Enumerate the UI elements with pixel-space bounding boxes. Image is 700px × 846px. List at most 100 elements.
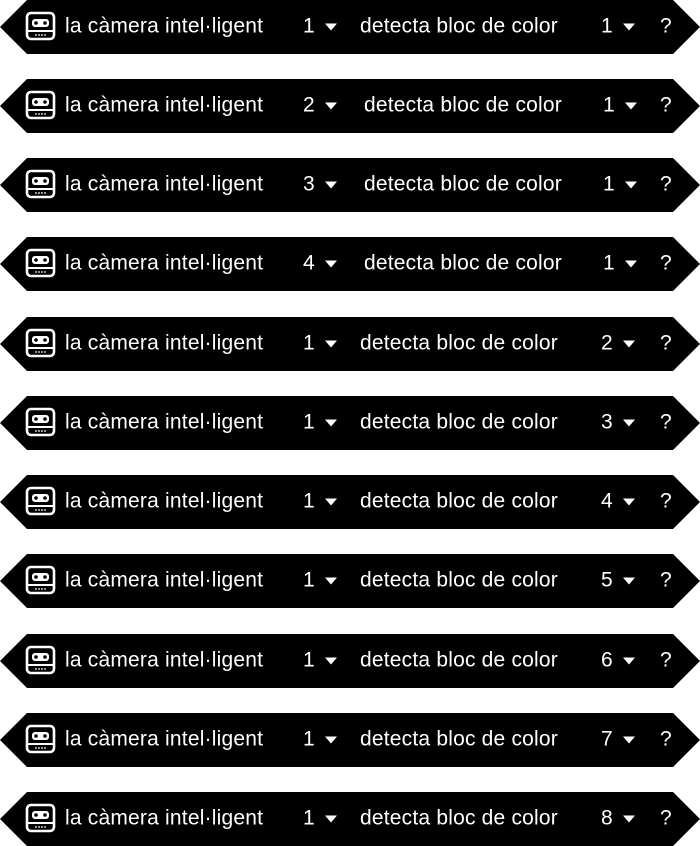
camera-number-value: 1	[303, 489, 315, 513]
caret-down-icon	[324, 815, 337, 823]
caret-down-icon	[624, 260, 637, 268]
camera-detect-color-block[interactable]: la càmera intel·ligent 1 detecta bloc de…	[0, 475, 700, 529]
color-block-value: 8	[601, 806, 613, 830]
camera-number-dropdown[interactable]: 1	[303, 569, 337, 593]
color-block-dropdown[interactable]: 3	[601, 411, 635, 435]
camera-label: la càmera intel·ligent	[65, 648, 264, 672]
question-mark: ?	[660, 727, 672, 751]
camera-number-value: 1	[303, 727, 315, 751]
color-block-dropdown[interactable]: 2	[601, 332, 635, 356]
color-block-value: 1	[601, 14, 613, 38]
caret-down-icon	[324, 102, 337, 110]
question-mark: ?	[660, 806, 672, 830]
camera-number-dropdown[interactable]: 1	[303, 649, 337, 673]
camera-number-value: 1	[303, 331, 315, 355]
detect-color-label: detecta bloc de color	[360, 410, 558, 434]
color-block-dropdown[interactable]: 1	[601, 15, 635, 39]
smart-camera-icon	[25, 248, 56, 278]
camera-detect-color-block[interactable]: la càmera intel·ligent 1 detecta bloc de…	[0, 792, 700, 846]
color-block-value: 1	[603, 251, 615, 275]
camera-detect-color-block[interactable]: la càmera intel·ligent 1 detecta bloc de…	[0, 713, 700, 767]
camera-detect-color-block[interactable]: la càmera intel·ligent 1 detecta bloc de…	[0, 0, 700, 54]
camera-detect-color-block[interactable]: la càmera intel·ligent 1 detecta bloc de…	[0, 396, 700, 450]
camera-number-value: 1	[303, 806, 315, 830]
camera-number-dropdown[interactable]: 4	[303, 252, 337, 276]
camera-number-dropdown[interactable]: 3	[303, 173, 337, 197]
camera-detect-color-block[interactable]: la càmera intel·ligent 1 detecta bloc de…	[0, 317, 700, 371]
camera-detect-color-block[interactable]: la càmera intel·ligent 2 detecta bloc de…	[0, 79, 700, 133]
color-block-dropdown[interactable]: 1	[603, 252, 637, 276]
camera-label: la càmera intel·ligent	[65, 14, 264, 38]
caret-down-icon	[324, 577, 337, 585]
camera-number-value: 1	[303, 14, 315, 38]
smart-camera-icon	[25, 11, 56, 41]
camera-label: la càmera intel·ligent	[65, 727, 264, 751]
color-block-dropdown[interactable]: 6	[601, 649, 635, 673]
detect-color-label: detecta bloc de color	[360, 727, 558, 751]
camera-number-dropdown[interactable]: 1	[303, 411, 337, 435]
camera-label: la càmera intel·ligent	[65, 331, 264, 355]
color-block-value: 2	[601, 331, 613, 355]
caret-down-icon	[324, 23, 337, 31]
block-list: la càmera intel·ligent 1 detecta bloc de…	[0, 0, 700, 846]
question-mark: ?	[660, 251, 672, 275]
camera-number-dropdown[interactable]: 1	[303, 490, 337, 514]
color-block-dropdown[interactable]: 1	[603, 173, 637, 197]
smart-camera-icon	[25, 486, 56, 516]
camera-detect-color-block[interactable]: la càmera intel·ligent 1 detecta bloc de…	[0, 554, 700, 608]
question-mark: ?	[660, 14, 672, 38]
camera-number-dropdown[interactable]: 1	[303, 728, 337, 752]
color-block-dropdown[interactable]: 4	[601, 490, 635, 514]
camera-number-value: 3	[303, 172, 315, 196]
caret-down-icon	[324, 498, 337, 506]
camera-label: la càmera intel·ligent	[65, 410, 264, 434]
color-block-value: 1	[603, 93, 615, 117]
caret-down-icon	[622, 657, 635, 665]
caret-down-icon	[324, 736, 337, 744]
camera-number-dropdown[interactable]: 1	[303, 15, 337, 39]
camera-label: la càmera intel·ligent	[65, 489, 264, 513]
detect-color-label: detecta bloc de color	[360, 14, 558, 38]
detect-color-label: detecta bloc de color	[364, 172, 562, 196]
caret-down-icon	[324, 419, 337, 427]
detect-color-label: detecta bloc de color	[360, 648, 558, 672]
color-block-dropdown[interactable]: 1	[603, 94, 637, 118]
color-block-value: 7	[601, 727, 613, 751]
caret-down-icon	[324, 340, 337, 348]
camera-label: la càmera intel·ligent	[65, 251, 264, 275]
question-mark: ?	[660, 331, 672, 355]
color-block-value: 5	[601, 568, 613, 592]
smart-camera-icon	[25, 328, 56, 358]
camera-number-dropdown[interactable]: 1	[303, 807, 337, 831]
smart-camera-icon	[25, 645, 56, 675]
smart-camera-icon	[25, 803, 56, 833]
camera-detect-color-block[interactable]: la càmera intel·ligent 1 detecta bloc de…	[0, 634, 700, 688]
camera-label: la càmera intel·ligent	[65, 93, 264, 117]
question-mark: ?	[660, 489, 672, 513]
color-block-dropdown[interactable]: 5	[601, 569, 635, 593]
smart-camera-icon	[25, 565, 56, 595]
caret-down-icon	[324, 260, 337, 268]
caret-down-icon	[622, 498, 635, 506]
color-block-dropdown[interactable]: 8	[601, 807, 635, 831]
camera-detect-color-block[interactable]: la càmera intel·ligent 4 detecta bloc de…	[0, 237, 700, 291]
detect-color-label: detecta bloc de color	[360, 568, 558, 592]
camera-number-dropdown[interactable]: 1	[303, 332, 337, 356]
camera-number-value: 2	[303, 93, 315, 117]
question-mark: ?	[660, 648, 672, 672]
smart-camera-icon	[25, 169, 56, 199]
question-mark: ?	[660, 410, 672, 434]
color-block-dropdown[interactable]: 7	[601, 728, 635, 752]
camera-label: la càmera intel·ligent	[65, 172, 264, 196]
camera-number-value: 1	[303, 648, 315, 672]
camera-number-dropdown[interactable]: 2	[303, 94, 337, 118]
caret-down-icon	[622, 577, 635, 585]
camera-detect-color-block[interactable]: la càmera intel·ligent 3 detecta bloc de…	[0, 158, 700, 212]
detect-color-label: detecta bloc de color	[364, 93, 562, 117]
caret-down-icon	[324, 181, 337, 189]
camera-number-value: 1	[303, 568, 315, 592]
camera-label: la càmera intel·ligent	[65, 568, 264, 592]
color-block-value: 1	[603, 172, 615, 196]
color-block-value: 3	[601, 410, 613, 434]
smart-camera-icon	[25, 407, 56, 437]
